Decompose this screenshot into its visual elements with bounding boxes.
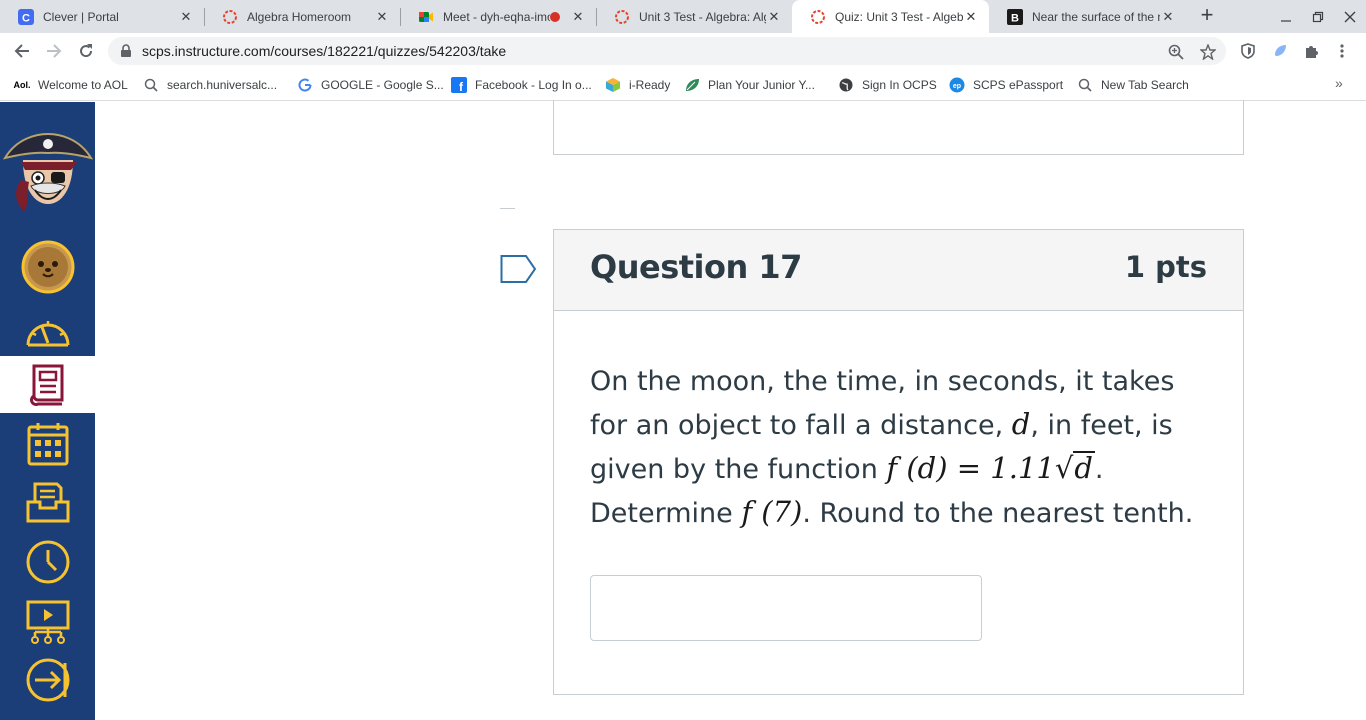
- dashboard-icon[interactable]: [0, 306, 95, 356]
- shield-extension-icon[interactable]: [1236, 39, 1260, 63]
- question-points: 1 pts: [1124, 250, 1207, 284]
- flag-question-icon[interactable]: [500, 254, 538, 284]
- history-icon[interactable]: [0, 536, 95, 588]
- bookmark-new-tab-search[interactable]: New Tab Search: [1077, 69, 1189, 100]
- question-text: On the moon, the time, in seconds, it ta…: [590, 360, 1210, 535]
- svg-text:B: B: [1011, 12, 1019, 24]
- tab-title: Unit 3 Test - Algebra: Alg: [639, 9, 766, 24]
- epassport-icon: ep: [949, 77, 965, 93]
- facebook-icon: f: [451, 76, 467, 93]
- tab-unit3-test[interactable]: Unit 3 Test - Algebra: Alg ✕: [596, 0, 792, 33]
- tab-title: Near the surface of the n: [1032, 9, 1160, 24]
- tab-strip: C Clever | Portal ✕ Algebra Homeroom ✕ M…: [0, 0, 1366, 33]
- zoom-icon[interactable]: [1165, 41, 1187, 63]
- clever-icon: C: [18, 8, 34, 25]
- lock-icon[interactable]: [120, 44, 134, 58]
- close-icon[interactable]: ✕: [963, 9, 979, 25]
- tab-title: Quiz: Unit 3 Test - Algebr: [835, 9, 963, 24]
- close-icon[interactable]: ✕: [178, 9, 194, 25]
- help-icon[interactable]: [0, 654, 95, 706]
- answer-input[interactable]: [590, 575, 982, 641]
- global-nav: [0, 102, 95, 720]
- close-window-icon[interactable]: [1334, 0, 1366, 33]
- search-icon: [143, 77, 159, 93]
- bookmarks-bar: Aol. Welcome to AOL search.huniversalc..…: [0, 69, 1366, 101]
- close-icon[interactable]: ✕: [766, 9, 782, 25]
- tab-meet[interactable]: Meet - dyh-eqha-imo ✕: [400, 0, 596, 33]
- close-icon[interactable]: ✕: [1160, 9, 1176, 25]
- question-text-part: . Round to the nearest tenth.: [802, 498, 1194, 529]
- studio-icon[interactable]: [0, 596, 95, 648]
- svg-text:ep: ep: [953, 83, 961, 90]
- bookmark-facebook[interactable]: f Facebook - Log In o...: [451, 69, 592, 100]
- courses-icon[interactable]: [0, 356, 95, 413]
- inbox-icon[interactable]: [0, 476, 95, 528]
- account-avatar[interactable]: [0, 240, 95, 294]
- iready-icon: [605, 77, 621, 93]
- divider: [500, 208, 515, 209]
- bookmark-star-icon[interactable]: [1197, 41, 1219, 63]
- browser-toolbar: scps.instructure.com/courses/182221/quiz…: [0, 33, 1366, 69]
- math-variable: d: [1011, 407, 1031, 441]
- math-formula: f (d) = 1.11√d: [886, 451, 1095, 485]
- math-evaluation: f (7): [741, 495, 803, 529]
- bookmark-label: search.huniversalc...: [167, 77, 278, 92]
- calendar-icon[interactable]: [0, 418, 95, 470]
- canvas-icon: [810, 9, 826, 25]
- restore-icon[interactable]: [1302, 0, 1334, 33]
- bookmark-search-huniversal[interactable]: search.huniversalc...: [143, 69, 277, 100]
- tab-title: Algebra Homeroom: [247, 9, 352, 24]
- search-icon: [1077, 77, 1093, 93]
- canvas-icon: [222, 9, 238, 25]
- more-bookmarks-icon[interactable]: »: [1335, 75, 1343, 91]
- tab-title: Meet - dyh-eqha-imo: [443, 9, 550, 24]
- tab-clever[interactable]: C Clever | Portal ✕: [0, 0, 204, 33]
- bookmark-iready[interactable]: i-Ready: [605, 69, 670, 100]
- close-icon[interactable]: ✕: [374, 9, 390, 25]
- tab-brainly[interactable]: B Near the surface of the n ✕: [989, 0, 1186, 33]
- minimize-icon[interactable]: [1270, 0, 1302, 33]
- previous-question-box: [553, 100, 1244, 155]
- aol-icon: Aol.: [13, 79, 31, 90]
- extension-leaf-icon[interactable]: [1268, 39, 1292, 63]
- tab-algebra-homeroom[interactable]: Algebra Homeroom ✕: [204, 0, 400, 33]
- bookmark-scps-epassport[interactable]: ep SCPS ePassport: [949, 69, 1063, 100]
- recording-icon: [550, 11, 560, 22]
- leaf-icon: [684, 77, 700, 93]
- canvas-icon: [614, 9, 630, 25]
- puzzle-icon[interactable]: [1300, 39, 1324, 63]
- kebab-menu-icon[interactable]: [1330, 39, 1354, 63]
- bookmark-label: i-Ready: [629, 77, 671, 92]
- bookmark-ocps[interactable]: Sign In OCPS: [838, 69, 937, 100]
- reload-icon[interactable]: [74, 39, 98, 63]
- svg-text:C: C: [22, 12, 30, 24]
- bookmark-plan-junior[interactable]: Plan Your Junior Y...: [684, 69, 815, 100]
- bookmark-aol[interactable]: Aol. Welcome to AOL: [14, 69, 128, 100]
- close-icon[interactable]: ✕: [570, 9, 586, 25]
- bookmark-label: Facebook - Log In o...: [475, 77, 592, 92]
- forward-icon[interactable]: [42, 39, 66, 63]
- address-bar[interactable]: scps.instructure.com/courses/182221/quiz…: [108, 37, 1226, 65]
- tab-quiz-active[interactable]: Quiz: Unit 3 Test - Algebr ✕: [792, 0, 989, 33]
- google-icon: [297, 77, 313, 93]
- quiz-content: Question 17 1 pts On the moon, the time,…: [95, 100, 1366, 720]
- back-icon[interactable]: [10, 39, 34, 63]
- bookmark-label: Welcome to AOL: [38, 77, 128, 92]
- bookmark-label: SCPS ePassport: [973, 77, 1064, 92]
- bookmark-label: New Tab Search: [1101, 77, 1189, 92]
- brainly-icon: B: [1007, 8, 1023, 25]
- pirate-logo[interactable]: [0, 116, 95, 220]
- question-header: Question 17 1 pts: [554, 230, 1243, 311]
- meet-icon: [418, 9, 434, 25]
- url-text: scps.instructure.com/courses/182221/quiz…: [142, 43, 507, 59]
- question-title: Question 17: [590, 248, 802, 286]
- bookmark-label: Sign In OCPS: [862, 77, 937, 92]
- bookmark-label: GOOGLE - Google S...: [321, 77, 444, 92]
- bookmark-google[interactable]: GOOGLE - Google S...: [297, 69, 444, 100]
- new-tab-button[interactable]: +: [1195, 4, 1219, 28]
- globe-icon: [838, 77, 854, 93]
- bookmark-label: Plan Your Junior Y...: [708, 77, 815, 92]
- question-card: Question 17 1 pts On the moon, the time,…: [553, 229, 1244, 695]
- tab-title: Clever | Portal: [43, 9, 119, 24]
